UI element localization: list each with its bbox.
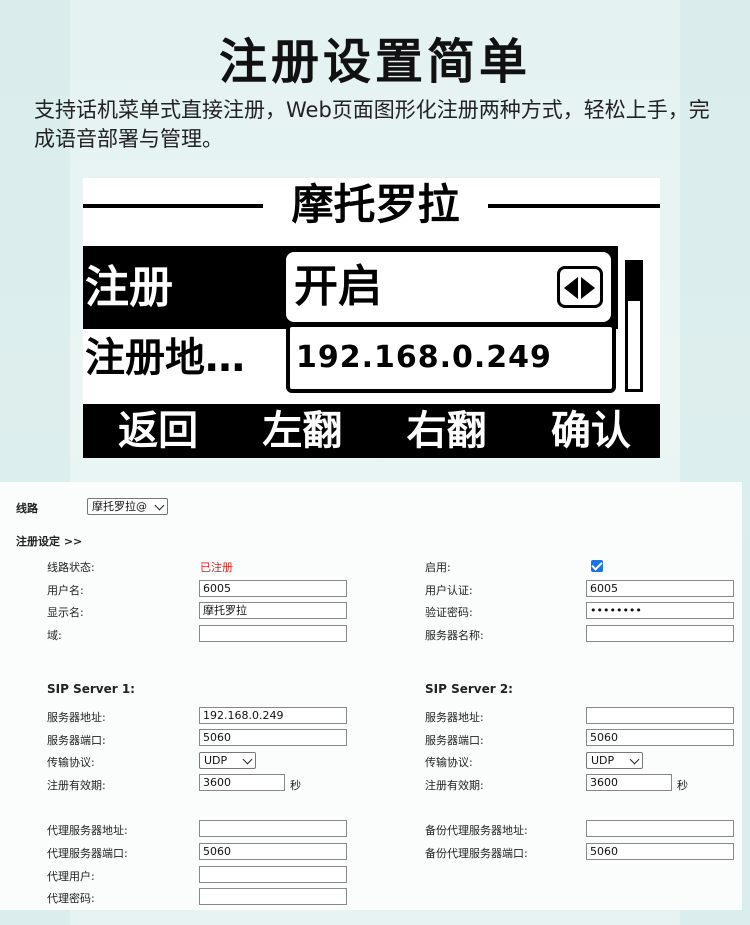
server2-expire-input[interactable]: 3600: [586, 774, 672, 791]
server1-transport-select[interactable]: UDP: [199, 752, 256, 769]
server2-transport-value: UDP: [591, 754, 615, 767]
proxy-port-input[interactable]: 5060: [199, 843, 347, 860]
server2-port-label: 服务器端口:: [425, 734, 484, 747]
chevron-down-icon: [154, 500, 165, 511]
server2-port-input[interactable]: 5060: [586, 729, 734, 746]
server1-address-input[interactable]: 192.168.0.249: [199, 707, 347, 724]
lcd-softkey-bar: 返回 左翻 右翻 确认: [83, 404, 660, 458]
lcd-register-value: 开启: [294, 261, 382, 312]
server2-address-label: 服务器地址:: [425, 711, 484, 724]
softkey-page-right[interactable]: 右翻: [378, 404, 516, 458]
backup-proxy-address-input[interactable]: [586, 820, 734, 837]
server2-transport-select[interactable]: UDP: [586, 752, 643, 769]
softkey-confirm[interactable]: 确认: [522, 404, 660, 458]
proxy-port-label: 代理服务器端口:: [47, 847, 128, 860]
proxy-address-label: 代理服务器地址:: [47, 824, 128, 837]
proxy-password-input[interactable]: [199, 888, 347, 905]
lcd-register-field[interactable]: 开启: [286, 252, 611, 322]
server-name-label: 服务器名称:: [425, 629, 484, 642]
auth-user-input[interactable]: 6005: [586, 580, 734, 597]
page-title: 注册设置简单: [218, 34, 531, 90]
section-title-registration: 注册设定 >>: [16, 535, 83, 548]
lcd-title-rule-right: [488, 204, 660, 208]
auth-user-label: 用户认证:: [425, 584, 473, 597]
server1-expire-unit: 秒: [290, 779, 301, 792]
server2-expire-unit: 秒: [677, 779, 688, 792]
chevron-down-icon: [242, 754, 253, 765]
domain-label: 域:: [47, 629, 62, 642]
backup-proxy-port-input[interactable]: 5060: [586, 843, 734, 860]
server2-expire-label: 注册有效期:: [425, 779, 484, 792]
line-select-value: 摩托罗拉@: [92, 500, 147, 513]
sip-server-1-title: SIP Server 1:: [47, 682, 135, 696]
sip-server-2-title: SIP Server 2:: [425, 682, 513, 696]
proxy-password-label: 代理密码:: [47, 892, 95, 905]
auth-password-input[interactable]: ••••••••: [586, 602, 734, 619]
line-label: 线路: [16, 502, 38, 515]
lcd-register-address-field[interactable]: 192.168.0.249: [286, 323, 616, 393]
enable-label: 启用:: [425, 561, 451, 574]
proxy-user-label: 代理用户:: [47, 870, 95, 883]
enable-checkbox[interactable]: [591, 560, 603, 572]
lcd-register-row[interactable]: 注册 开启: [83, 246, 618, 329]
server-name-input[interactable]: [586, 625, 734, 642]
display-name-input[interactable]: 摩托罗拉: [199, 602, 347, 619]
line-status-label: 线路状态:: [47, 561, 95, 574]
line-status-value: 已注册: [200, 561, 233, 574]
backup-proxy-port-label: 备份代理服务器端口:: [425, 847, 528, 860]
proxy-user-input[interactable]: [199, 866, 347, 883]
server1-address-label: 服务器地址:: [47, 711, 106, 724]
server1-expire-label: 注册有效期:: [47, 779, 106, 792]
lcd-scrollbar[interactable]: [625, 260, 643, 392]
phone-lcd-screen: 摩托罗拉 注册 开启 注册地… 192.168.0.249 返回 左翻 右翻 确…: [83, 178, 660, 458]
lcd-register-address-value: 192.168.0.249: [296, 340, 552, 375]
line-select[interactable]: 摩托罗拉@: [87, 498, 168, 515]
display-name-label: 显示名:: [47, 606, 84, 619]
server1-port-input[interactable]: 5060: [199, 729, 347, 746]
server1-transport-label: 传输协议:: [47, 756, 95, 769]
softkey-back[interactable]: 返回: [89, 404, 227, 458]
proxy-address-input[interactable]: [199, 820, 347, 837]
lcd-scrollbar-thumb[interactable]: [628, 263, 640, 301]
username-label: 用户名:: [47, 584, 84, 597]
server2-transport-label: 传输协议:: [425, 756, 473, 769]
chevron-down-icon: [629, 754, 640, 765]
backup-proxy-address-label: 备份代理服务器地址:: [425, 824, 528, 837]
softkey-page-left[interactable]: 左翻: [233, 404, 371, 458]
lcd-title-rule-left: [83, 204, 263, 208]
lcd-register-address-label: 注册地…: [85, 335, 245, 381]
server1-expire-input[interactable]: 3600: [199, 774, 285, 791]
server2-address-input[interactable]: [586, 707, 734, 724]
page-description: 支持话机菜单式直接注册，Web页面图形化注册两种方式，轻松上手，完成语音部署与管…: [34, 98, 710, 151]
username-input[interactable]: 6005: [199, 580, 347, 597]
lcd-register-label: 注册: [85, 262, 173, 313]
left-right-arrows-icon[interactable]: [557, 266, 603, 308]
web-config-panel: 线路 摩托罗拉@ 注册设定 >> 线路状态: 已注册 用户名: 6005 显示名…: [0, 482, 742, 910]
server1-transport-value: UDP: [204, 754, 228, 767]
auth-password-label: 验证密码:: [425, 606, 473, 619]
lcd-title: 摩托罗拉: [263, 178, 488, 232]
server1-port-label: 服务器端口:: [47, 734, 106, 747]
domain-input[interactable]: [199, 625, 347, 642]
